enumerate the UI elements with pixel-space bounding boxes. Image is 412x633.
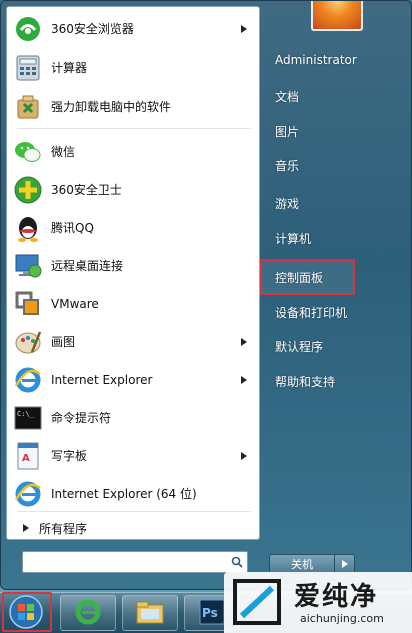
program-item-uninstaller[interactable]: 强力卸载电脑中的软件 xyxy=(13,88,255,125)
expand-arrow-icon xyxy=(13,524,39,532)
right-item-help-support[interactable]: 帮助和支持 xyxy=(267,366,407,396)
chevron-right-icon xyxy=(341,557,348,571)
submenu-arrow-icon xyxy=(239,24,249,34)
wordpad-icon: A xyxy=(13,441,43,471)
program-item-wordpad[interactable]: A 写字板 xyxy=(13,437,255,474)
right-item-pictures[interactable]: 图片 xyxy=(267,116,407,146)
remote-desktop-icon xyxy=(13,251,43,281)
ie-icon xyxy=(13,479,43,509)
search-icon[interactable] xyxy=(229,554,245,570)
programs-pane: 360安全浏览器 计算器 强力卸载电脑中的软件 微信 360安全卫士 腾讯QQ … xyxy=(6,6,260,540)
svg-text:A: A xyxy=(22,453,30,464)
program-item-qq[interactable]: 腾讯QQ xyxy=(13,209,255,246)
program-item-vmware[interactable]: VMware xyxy=(13,285,255,322)
photoshop-icon: Ps xyxy=(199,599,225,628)
program-item-internet-explorer-64[interactable]: Internet Explorer (64 位) xyxy=(13,475,255,512)
right-item-games[interactable]: 游戏 xyxy=(267,188,407,218)
svg-text:C:\_: C:\_ xyxy=(17,410,35,418)
submenu-arrow-icon xyxy=(239,375,249,385)
right-item-documents[interactable]: 文档 xyxy=(267,81,407,111)
search-input[interactable] xyxy=(27,554,223,570)
search-area xyxy=(6,541,260,587)
all-programs-button[interactable]: 所有程序 xyxy=(13,515,255,541)
windows-logo-icon xyxy=(9,594,43,632)
user-avatar[interactable] xyxy=(311,1,363,31)
shutdown-options-button[interactable] xyxy=(335,554,355,574)
program-item-paint[interactable]: 画图 xyxy=(13,323,255,360)
shutdown-button[interactable]: 关机 xyxy=(269,554,335,574)
svg-text:Ps: Ps xyxy=(202,606,218,620)
taskbar-explorer-button[interactable] xyxy=(122,595,178,631)
start-button[interactable] xyxy=(4,594,48,632)
program-item-remote-desktop[interactable]: 远程桌面连接 xyxy=(13,247,255,284)
vmware-icon xyxy=(13,289,43,319)
360-browser-icon xyxy=(13,14,43,44)
watermark-logo-icon xyxy=(232,578,284,629)
watermark: 爱纯净 aichunjing.com xyxy=(224,572,412,633)
submenu-arrow-icon xyxy=(239,337,249,347)
paint-icon xyxy=(13,327,43,357)
folder-icon xyxy=(135,599,165,628)
shutdown-control: 关机 xyxy=(269,554,357,574)
program-item-wechat[interactable]: 微信 xyxy=(13,133,255,170)
right-item-control-panel[interactable]: 控制面板 xyxy=(267,262,407,292)
watermark-url: aichunjing.com xyxy=(300,612,384,625)
uninstaller-icon xyxy=(13,92,43,122)
ie-icon xyxy=(74,598,102,629)
right-item-default-programs[interactable]: 默认程序 xyxy=(267,331,407,361)
start-menu: 360安全浏览器 计算器 强力卸载电脑中的软件 微信 360安全卫士 腾讯QQ … xyxy=(0,0,412,590)
search-box xyxy=(22,551,248,573)
ie-icon xyxy=(13,365,43,395)
right-item-devices-printers[interactable]: 设备和打印机 xyxy=(267,297,407,327)
program-list-divider xyxy=(17,128,251,129)
program-item-360-browser[interactable]: 360安全浏览器 xyxy=(13,10,255,47)
program-item-calculator[interactable]: 计算器 xyxy=(13,49,255,86)
program-item-command-prompt[interactable]: C:\_ 命令提示符 xyxy=(13,399,255,436)
calculator-icon xyxy=(13,53,43,83)
wechat-icon xyxy=(13,137,43,167)
all-programs-divider xyxy=(17,511,251,512)
program-item-internet-explorer[interactable]: Internet Explorer xyxy=(13,361,255,398)
submenu-arrow-icon xyxy=(239,451,249,461)
right-item-administrator[interactable]: Administrator xyxy=(267,45,407,75)
taskbar-ie-button[interactable] xyxy=(60,595,116,631)
program-item-360-safeguard[interactable]: 360安全卫士 xyxy=(13,171,255,208)
watermark-title: 爱纯净 xyxy=(294,582,379,612)
right-item-music[interactable]: 音乐 xyxy=(267,150,407,180)
360-safeguard-icon xyxy=(13,175,43,205)
right-item-computer[interactable]: 计算机 xyxy=(267,223,407,253)
qq-icon xyxy=(13,213,43,243)
cmd-icon: C:\_ xyxy=(13,403,43,433)
